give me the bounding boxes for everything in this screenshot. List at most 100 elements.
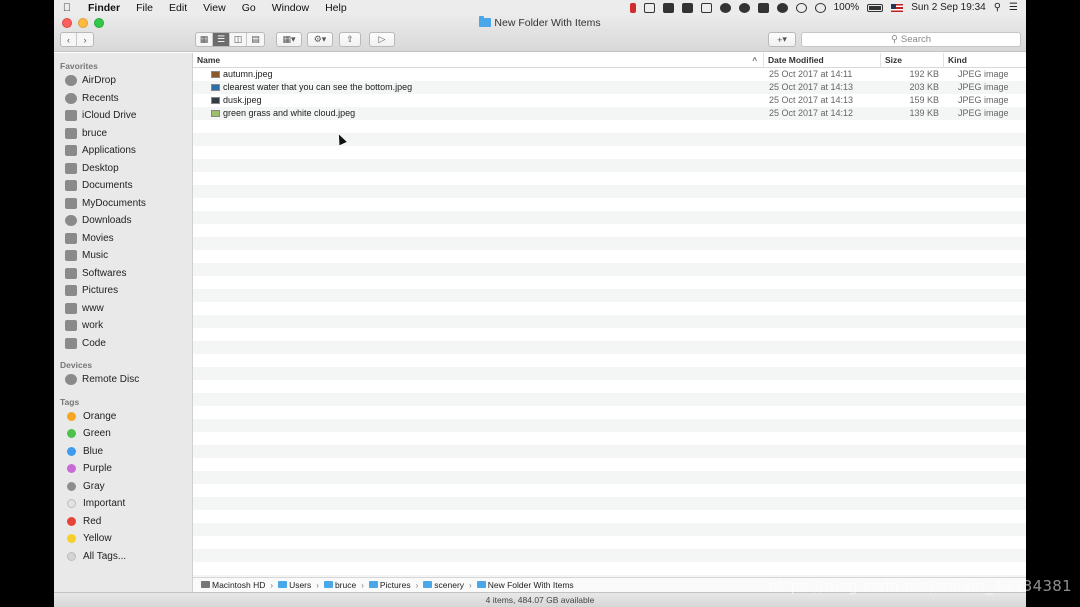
sidebar-item-remote-disc[interactable]: Remote Disc [54, 371, 192, 389]
tags-list: Orange Green Blue Purple Gray Important Red Yel… [54, 408, 192, 566]
back-button[interactable]: ‹ [61, 33, 78, 46]
path-segment[interactable]: scenery [423, 580, 464, 590]
sidebar-item-pictures[interactable]: Pictures [54, 282, 192, 300]
sidebar-item-code[interactable]: Code [54, 335, 192, 353]
qq-icon[interactable] [719, 2, 731, 13]
search-field[interactable]: ⚲ Search [801, 32, 1021, 47]
file-row[interactable]: green grass and white cloud.jpeg 25 Oct 2… [193, 107, 1026, 120]
send-icon[interactable] [757, 2, 769, 13]
column-view-button[interactable]: ◫ [230, 33, 247, 46]
wifi-icon[interactable] [814, 2, 826, 13]
cloud-status-icon[interactable] [776, 2, 788, 13]
airdrop-icon [65, 75, 77, 87]
app-status-icon-2[interactable] [681, 2, 693, 13]
app-status-icon[interactable] [662, 2, 674, 13]
sidebar-item-www[interactable]: www [54, 300, 192, 318]
back-forward-buttons: ‹ › [60, 32, 94, 47]
menu-view[interactable]: View [195, 2, 234, 14]
sidebar-item-recents[interactable]: Recents [54, 90, 192, 108]
sidebar-tag-purple[interactable]: Purple [54, 460, 192, 478]
sidebar-tag-blue[interactable]: Blue [54, 443, 192, 461]
pictures-icon [65, 285, 77, 297]
sidebar-tag-green[interactable]: Green [54, 425, 192, 443]
bluetooth-icon[interactable] [795, 2, 807, 13]
battery-icon[interactable] [867, 3, 884, 12]
sidebar-item-work[interactable]: work [54, 317, 192, 335]
clock[interactable]: Sun 2 Sep 19:34 [911, 2, 986, 13]
sidebar-tag-label: Orange [83, 410, 117, 422]
sidebar-item-downloads[interactable]: Downloads [54, 212, 192, 230]
sidebar-item-desktop[interactable]: Desktop [54, 160, 192, 178]
path-segment[interactable]: New Folder With Items [476, 580, 574, 590]
sidebar-tag-gray[interactable]: Gray [54, 478, 192, 496]
spotlight-search-icon[interactable]: ⚲ [994, 2, 1001, 13]
column-header-kind[interactable]: Kind [944, 53, 1026, 68]
input-source-flag-icon[interactable] [891, 3, 904, 12]
sidebar-tag-red[interactable]: Red [54, 513, 192, 531]
sidebar-item-softwares[interactable]: Softwares [54, 265, 192, 283]
menu-help[interactable]: Help [317, 2, 355, 14]
path-segment[interactable]: Pictures [368, 580, 411, 590]
sidebar-item-mydocuments[interactable]: MyDocuments [54, 195, 192, 213]
screen-record-icon[interactable] [643, 2, 655, 13]
file-date-modified: 25 Oct 2017 at 14:11 [769, 69, 853, 79]
sidebar-tag-orange[interactable]: Orange [54, 408, 192, 426]
sidebar-item-icloud-drive[interactable]: iCloud Drive [54, 107, 192, 125]
sidebar-tag-yellow[interactable]: Yellow [54, 530, 192, 548]
plus-icon: + [777, 34, 783, 45]
menu-finder[interactable]: Finder [80, 2, 128, 14]
sidebar-item-label: Movies [82, 232, 114, 244]
path-segment[interactable]: Macintosh HD [201, 580, 265, 590]
list-view-button[interactable]: ☰ [213, 33, 230, 46]
share-button[interactable]: ⇧ [339, 32, 361, 47]
file-row[interactable]: dusk.jpeg 25 Oct 2017 at 14:13 159 KB JPEG … [193, 94, 1026, 107]
forward-button[interactable]: › [77, 33, 93, 46]
file-name: green grass and white cloud.jpeg [223, 108, 356, 118]
action-button[interactable]: ⚙▾ [307, 32, 333, 47]
menu-go[interactable]: Go [234, 2, 264, 14]
path-separator-icon: › [361, 580, 364, 590]
sidebar-item-bruce[interactable]: bruce [54, 125, 192, 143]
menu-edit[interactable]: Edit [161, 2, 195, 14]
file-row[interactable]: clearest water that you can see the bott… [193, 81, 1026, 94]
column-header-size[interactable]: Size [881, 52, 944, 68]
sidebar-item-label: bruce [82, 127, 108, 139]
share-icon: ⇧ [346, 34, 354, 44]
new-item-button[interactable]: + ▾ [768, 32, 796, 47]
menu-window[interactable]: Window [264, 2, 317, 14]
arrange-button[interactable]: ▦▾ [276, 32, 302, 47]
sidebar-item-applications[interactable]: Applications [54, 142, 192, 160]
path-segment[interactable]: Users [278, 580, 311, 590]
apple-menu-icon[interactable]:  [54, 2, 80, 14]
path-segment[interactable]: bruce [323, 580, 356, 590]
file-row[interactable]: autumn.jpeg 25 Oct 2017 at 14:11 192 KB JPE… [193, 68, 1026, 81]
pause-recording-icon[interactable] [629, 2, 636, 13]
file-size: 159 KB [909, 95, 939, 105]
tags-button[interactable]: ▷ [369, 32, 395, 47]
file-size: 139 KB [909, 108, 939, 118]
menu-bar:  Finder File Edit View Go Window Help 1… [54, 0, 1026, 15]
dictionary-icon[interactable] [700, 2, 712, 13]
sidebar-header-devices: Devices [60, 360, 93, 370]
column-header-name[interactable]: Name ^ [193, 52, 764, 68]
sidebar-item-airdrop[interactable]: AirDrop [54, 72, 192, 90]
sidebar-item-movies[interactable]: Movies [54, 230, 192, 248]
sidebar-item-music[interactable]: Music [54, 247, 192, 265]
sidebar: Favorites AirDrop Recents iCloud Drive bruc… [54, 53, 193, 607]
folder-icon [423, 581, 433, 588]
battery-percent[interactable]: 100% [834, 2, 860, 13]
desktop-icon [65, 162, 77, 174]
icon-view-button[interactable]: ▦ [196, 33, 213, 46]
menu-file[interactable]: File [128, 2, 161, 14]
sidebar-item-documents[interactable]: Documents [54, 177, 192, 195]
sidebar-tag-all-tags[interactable]: All Tags... [54, 548, 192, 566]
search-icon: ⚲ [890, 34, 898, 45]
wechat-icon[interactable] [738, 2, 750, 13]
notification-center-icon[interactable]: ☰ [1009, 2, 1018, 13]
image-thumbnail-icon [211, 84, 220, 91]
gallery-view-button[interactable]: ▤ [247, 33, 264, 46]
file-name: clearest water that you can see the bott… [223, 82, 413, 92]
sidebar-tag-important[interactable]: Important [54, 495, 192, 513]
column-header-date-modified[interactable]: Date Modified [764, 52, 881, 68]
title-bar[interactable]: New Folder With Items ‹ › ▦ ☰ ◫ ▤ ▦▾ ⚙▾ … [54, 15, 1026, 52]
